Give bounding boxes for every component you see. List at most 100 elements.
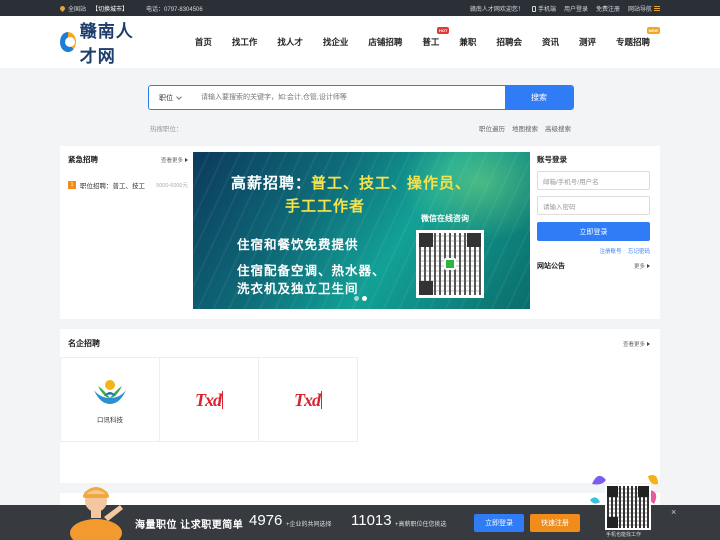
- nav-item-9[interactable]: 测评: [569, 36, 606, 48]
- notice-more-link[interactable]: 更多: [634, 262, 650, 270]
- wechat-icon: [444, 258, 456, 270]
- nav-item-label: 普工: [422, 37, 440, 47]
- banner-headline-lead: 高薪招聘：: [231, 175, 312, 192]
- urgent-title: 紧急招聘: [68, 155, 98, 164]
- bottom-register-button[interactable]: 快速注册: [530, 514, 580, 532]
- company-card[interactable]: Txd: [159, 357, 259, 442]
- companies-count: 4976: [249, 512, 283, 529]
- site-logo[interactable]: 赣南人才网: [60, 17, 151, 67]
- logo-text: 赣南人才网: [79, 22, 134, 67]
- search-band: 职位 搜索 热搜职位： 职位遍历 地图搜索 高级搜索: [0, 68, 720, 146]
- site-nav-link[interactable]: 网站导航: [628, 4, 660, 13]
- map-search-link[interactable]: 地图搜索: [512, 123, 538, 133]
- famous-more-label: 查看更多: [622, 341, 645, 348]
- caret-right-icon: [647, 341, 650, 346]
- company-logo-text: Txd: [195, 389, 223, 410]
- nav-badge: HOT: [436, 27, 450, 34]
- mobile-icon: [531, 5, 536, 12]
- location: 全国站 【切换城市】: [58, 4, 128, 13]
- search-input[interactable]: [195, 86, 505, 109]
- banner-line-1: 住宿和餐饮免费提供: [237, 238, 359, 252]
- user-login-link[interactable]: 用户登录: [564, 4, 588, 13]
- top-bar-links: 赣南人才网欢迎您！ 手机端 用户登录 免费注册 网站导航: [470, 4, 660, 13]
- famous-title: 名企招聘: [68, 339, 100, 348]
- nav-item-label: 首页: [194, 37, 212, 47]
- company-name: 口讯科技: [97, 416, 123, 424]
- nav-badge: NEW: [646, 27, 660, 34]
- nav-item-label: 资讯: [541, 37, 559, 47]
- bottom-slogan: 海量职位 让求职更简单: [135, 520, 244, 531]
- carousel-dot-active[interactable]: [362, 296, 367, 301]
- promo-banner[interactable]: 高薪招聘：普工、技工、操作员、 手工工作者 微信在线咨询 住宿和餐饮免费提供 住…: [193, 152, 530, 309]
- nav-item-0[interactable]: 首页: [185, 36, 222, 48]
- bottom-login-button[interactable]: 立即登录: [474, 514, 524, 532]
- company-cards: 口讯科技 Txd Txd: [60, 357, 358, 442]
- nav-item-1[interactable]: 找工作: [222, 36, 268, 48]
- companies-text: +企业的共同选择: [286, 522, 332, 528]
- company-card[interactable]: Txd: [258, 357, 358, 442]
- caret-right-icon: [647, 264, 650, 268]
- nav-item-4[interactable]: 店铺招聘: [358, 36, 412, 48]
- username-field[interactable]: 邮箱/手机号/用户名: [537, 171, 650, 190]
- login-button[interactable]: 立即登录: [537, 222, 650, 241]
- famous-more-link[interactable]: 查看更多: [623, 340, 650, 348]
- person-illustration-icon: [70, 487, 123, 540]
- urgent-jobs: 紧急招聘 查看更多 1 职位招聘：普工、技工 5000-6000元: [68, 154, 188, 190]
- mobile-link[interactable]: 手机端: [531, 4, 556, 13]
- search-category-label: 职位: [159, 94, 173, 102]
- job-title: 职位招聘：普工、技工: [80, 183, 145, 190]
- banner-wechat-text: 微信在线咨询: [421, 214, 469, 223]
- register-link[interactable]: 注册账号: [599, 249, 621, 255]
- kx-logo-icon: [94, 379, 126, 404]
- menu-icon: [654, 6, 660, 12]
- close-icon[interactable]: ×: [671, 507, 676, 517]
- bottom-qr-code-icon: [605, 484, 651, 530]
- phone-number: 电话：0797-8304506: [146, 6, 203, 13]
- nav-item-label: 找人才: [277, 37, 303, 47]
- search-category-select[interactable]: 职位: [149, 93, 195, 103]
- nav-item-label: 店铺招聘: [368, 37, 403, 47]
- banner-line-3: 洗衣机及独立卫生间: [237, 282, 359, 296]
- search-button[interactable]: 搜索: [505, 86, 573, 109]
- login-box: 账号登录 邮箱/手机号/用户名 请输入密码 立即登录 注册账号 忘记密码 网站公…: [537, 154, 650, 271]
- nav-item-8[interactable]: 资讯: [532, 36, 569, 48]
- banner-line-2: 住宿配备空调、热水器、: [237, 264, 386, 278]
- nav-item-label: 测评: [578, 37, 596, 47]
- location-name: 全国站: [68, 6, 87, 13]
- nav-item-6[interactable]: 兼职: [449, 36, 486, 48]
- welcome-text: 赣南人才网欢迎您！: [469, 6, 524, 13]
- company-logo-text: Txd: [294, 389, 322, 410]
- jobs-count: 11013: [351, 512, 392, 529]
- rank-badge: 1: [68, 181, 76, 189]
- nav-item-label: 找工作: [231, 37, 258, 47]
- advanced-search-link[interactable]: 高级搜索: [545, 123, 571, 133]
- qr-code-icon: [416, 230, 484, 298]
- company-card[interactable]: 口讯科技: [60, 357, 160, 442]
- banner-headline-main: 普工、技工、操作员、: [311, 175, 472, 192]
- banner-glow: [400, 152, 530, 242]
- list-item[interactable]: 1 职位招聘：普工、技工 5000-6000元: [68, 180, 188, 190]
- forgot-password-link[interactable]: 忘记密码: [628, 249, 650, 255]
- job-salary: 5000-6000元: [156, 183, 188, 189]
- carousel-dot[interactable]: [354, 296, 359, 301]
- nav-item-label: 招聘会: [496, 37, 522, 47]
- location-pin-icon: [58, 4, 67, 12]
- nav-item-label: 专题招聘: [615, 37, 650, 47]
- hot-search-label: 热搜职位：: [150, 126, 183, 133]
- nav-item-label: 兼职: [459, 37, 477, 47]
- password-field[interactable]: 请输入密码: [537, 196, 650, 215]
- job-traverse-link[interactable]: 职位遍历: [479, 123, 505, 133]
- urgent-more-link[interactable]: 查看更多: [161, 156, 188, 164]
- top-bar: 全国站 【切换城市】 电话：0797-8304506 赣南人才网欢迎您！ 手机端…: [0, 0, 720, 16]
- site-nav-label: 网站导航: [627, 6, 652, 13]
- nav-item-2[interactable]: 找人才: [267, 36, 313, 48]
- caret-right-icon: [185, 157, 188, 162]
- nav-item-3[interactable]: 找企业: [313, 36, 359, 48]
- nav-item-7[interactable]: 招聘会: [486, 36, 532, 48]
- nav-item-10[interactable]: 专题招聘 NEW: [606, 27, 660, 48]
- jobs-text: +高薪职位任您挑选: [395, 522, 447, 528]
- nav-item-5[interactable]: 普工 HOT: [412, 27, 450, 48]
- login-title: 账号登录: [537, 155, 567, 164]
- switch-city-link[interactable]: 【切换城市】: [92, 4, 128, 13]
- free-register-link[interactable]: 免费注册: [596, 4, 620, 13]
